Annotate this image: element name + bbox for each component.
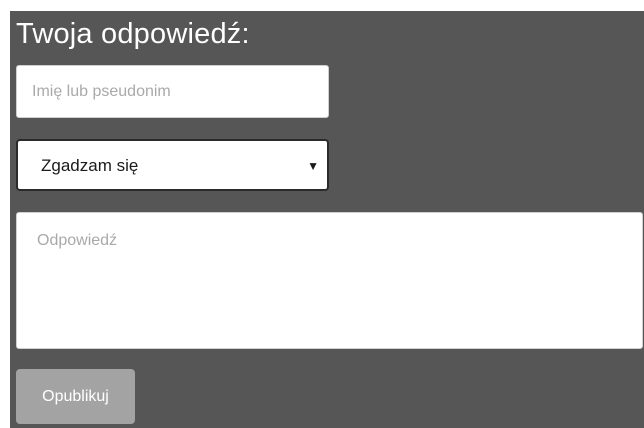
caret-down-icon: ▼ [307,159,319,173]
reply-form-panel: Twoja odpowiedź: Zgadzam się ▼ Opublikuj [10,11,644,428]
stance-select[interactable]: Zgadzam się ▼ [16,139,329,191]
name-input[interactable] [16,65,329,118]
stance-select-value: Zgadzam się [41,156,139,175]
answer-textarea[interactable] [16,212,643,349]
form-heading: Twoja odpowiedź: [16,18,250,50]
publish-button[interactable]: Opublikuj [16,369,135,424]
